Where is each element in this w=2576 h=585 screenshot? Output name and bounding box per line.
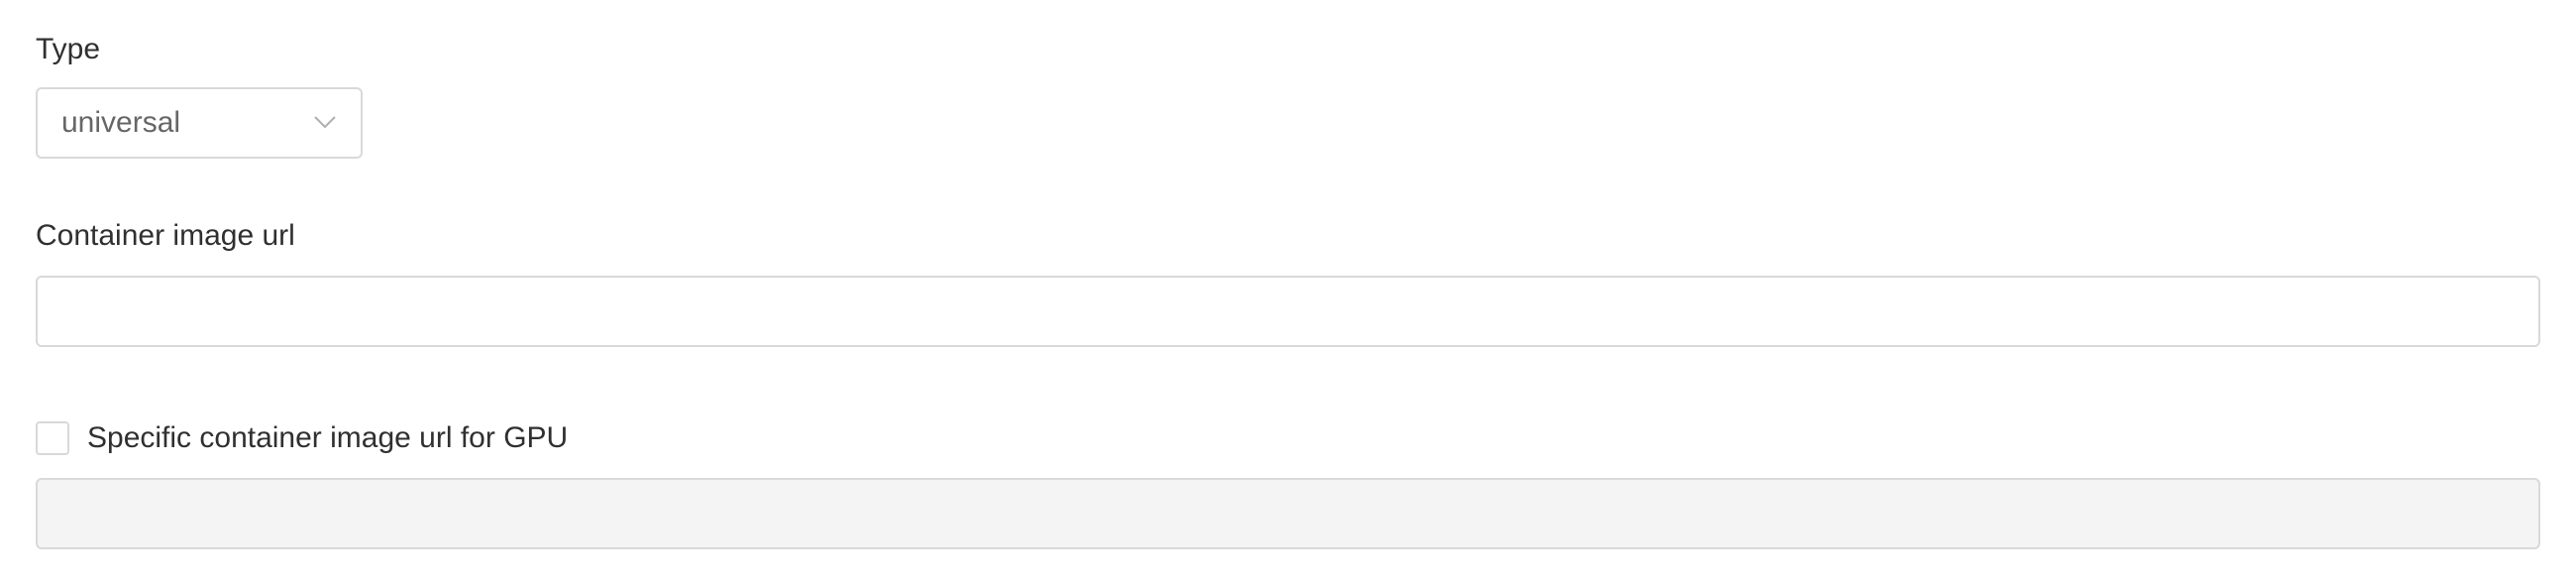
container-image-url-label: Container image url [36, 219, 295, 252]
container-image-url-input[interactable] [36, 276, 2540, 347]
gpu-container-image-url-input[interactable] [36, 478, 2540, 549]
type-label: Type [36, 33, 101, 65]
gpu-image-url-checkbox-label: Specific container image url for GPU [87, 421, 569, 454]
chevron-down-icon [314, 116, 336, 129]
gpu-image-url-checkbox[interactable] [36, 421, 69, 455]
gpu-image-url-option[interactable]: Specific container image url for GPU [36, 418, 568, 458]
type-select[interactable]: universal [36, 87, 363, 159]
type-select-value: universal [61, 106, 181, 139]
